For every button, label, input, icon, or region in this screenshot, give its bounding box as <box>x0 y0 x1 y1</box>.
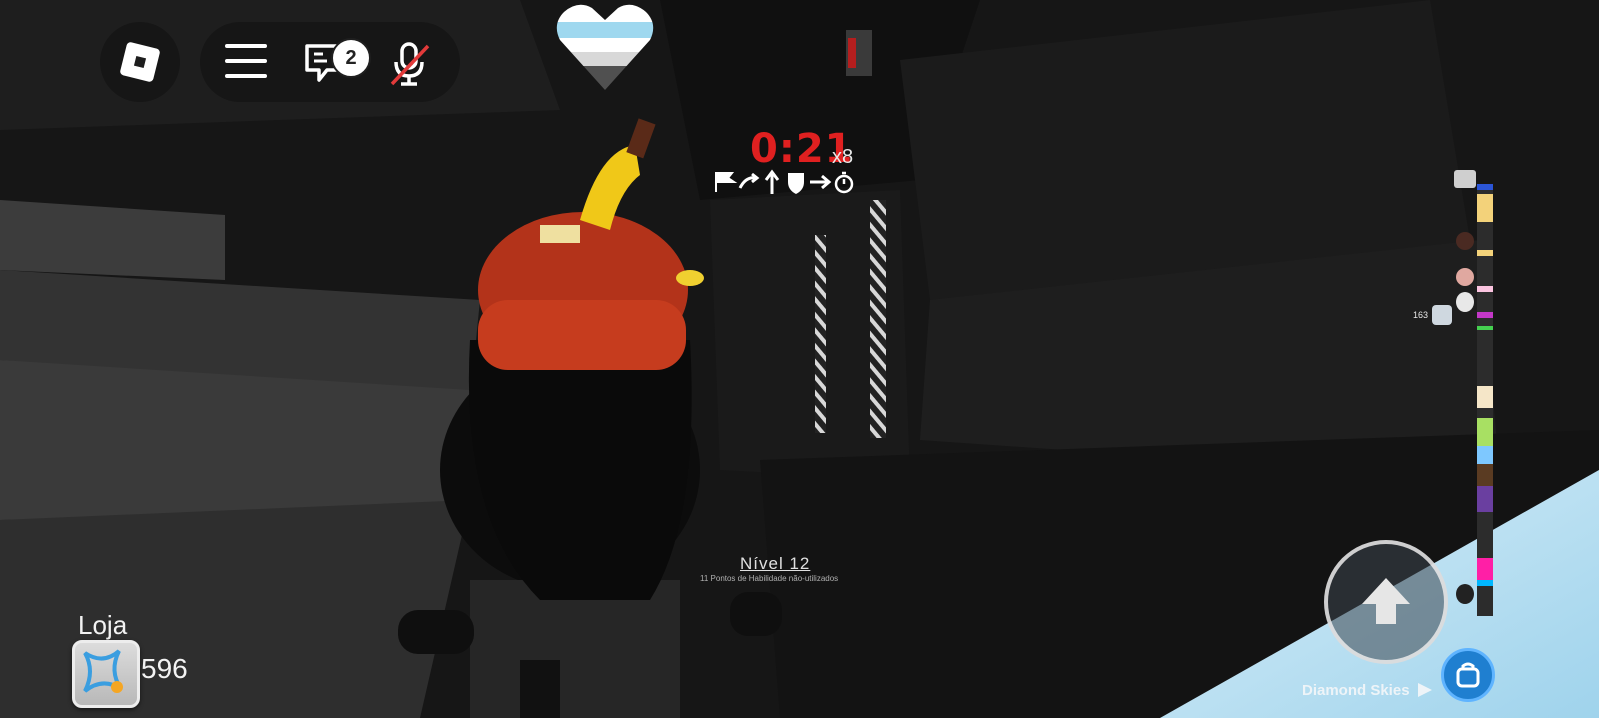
coin-count: 596 <box>141 653 188 684</box>
arrow-right-icon <box>810 174 832 190</box>
heart-icon <box>556 4 654 90</box>
roblox-logo-icon <box>119 41 161 83</box>
swap-icon <box>738 172 760 189</box>
roblox-menu-button[interactable] <box>100 22 180 102</box>
backpack-icon <box>1456 662 1480 688</box>
player-score: 163 <box>1413 310 1429 320</box>
area-name: Diamond Skies <box>1302 682 1410 699</box>
level-subtitle: 11 Pontos de Habilidade não-utilizados <box>700 574 839 583</box>
jump-button[interactable] <box>1324 540 1448 664</box>
shop-coin-icon <box>83 649 123 693</box>
player-avatar <box>1454 170 1476 188</box>
menu-icon[interactable] <box>225 44 267 78</box>
backpack-button[interactable] <box>1441 648 1495 702</box>
play-arrow-icon[interactable] <box>1416 682 1434 698</box>
stopwatch-icon <box>834 171 854 194</box>
shield-icon <box>788 173 804 194</box>
progress-tower <box>1477 184 1493 616</box>
player-avatar <box>1456 584 1474 604</box>
modifier-multiplier: x8 <box>832 146 854 168</box>
arrow-up-icon <box>1362 578 1410 624</box>
level-title: Nível 12 <box>740 554 811 573</box>
mic-muted-icon[interactable] <box>388 40 432 88</box>
score-coin-icon <box>1432 305 1452 325</box>
player-avatar <box>1456 292 1474 312</box>
player-avatar <box>1456 232 1474 250</box>
shop-label: Loja <box>78 610 128 640</box>
modifier-icons <box>715 169 854 194</box>
arrow-up-icon <box>764 169 780 194</box>
chat-unread-badge: 2 <box>331 38 371 78</box>
flag-icon <box>715 172 738 192</box>
player-avatar <box>1456 268 1474 286</box>
shop-button[interactable] <box>72 640 140 708</box>
